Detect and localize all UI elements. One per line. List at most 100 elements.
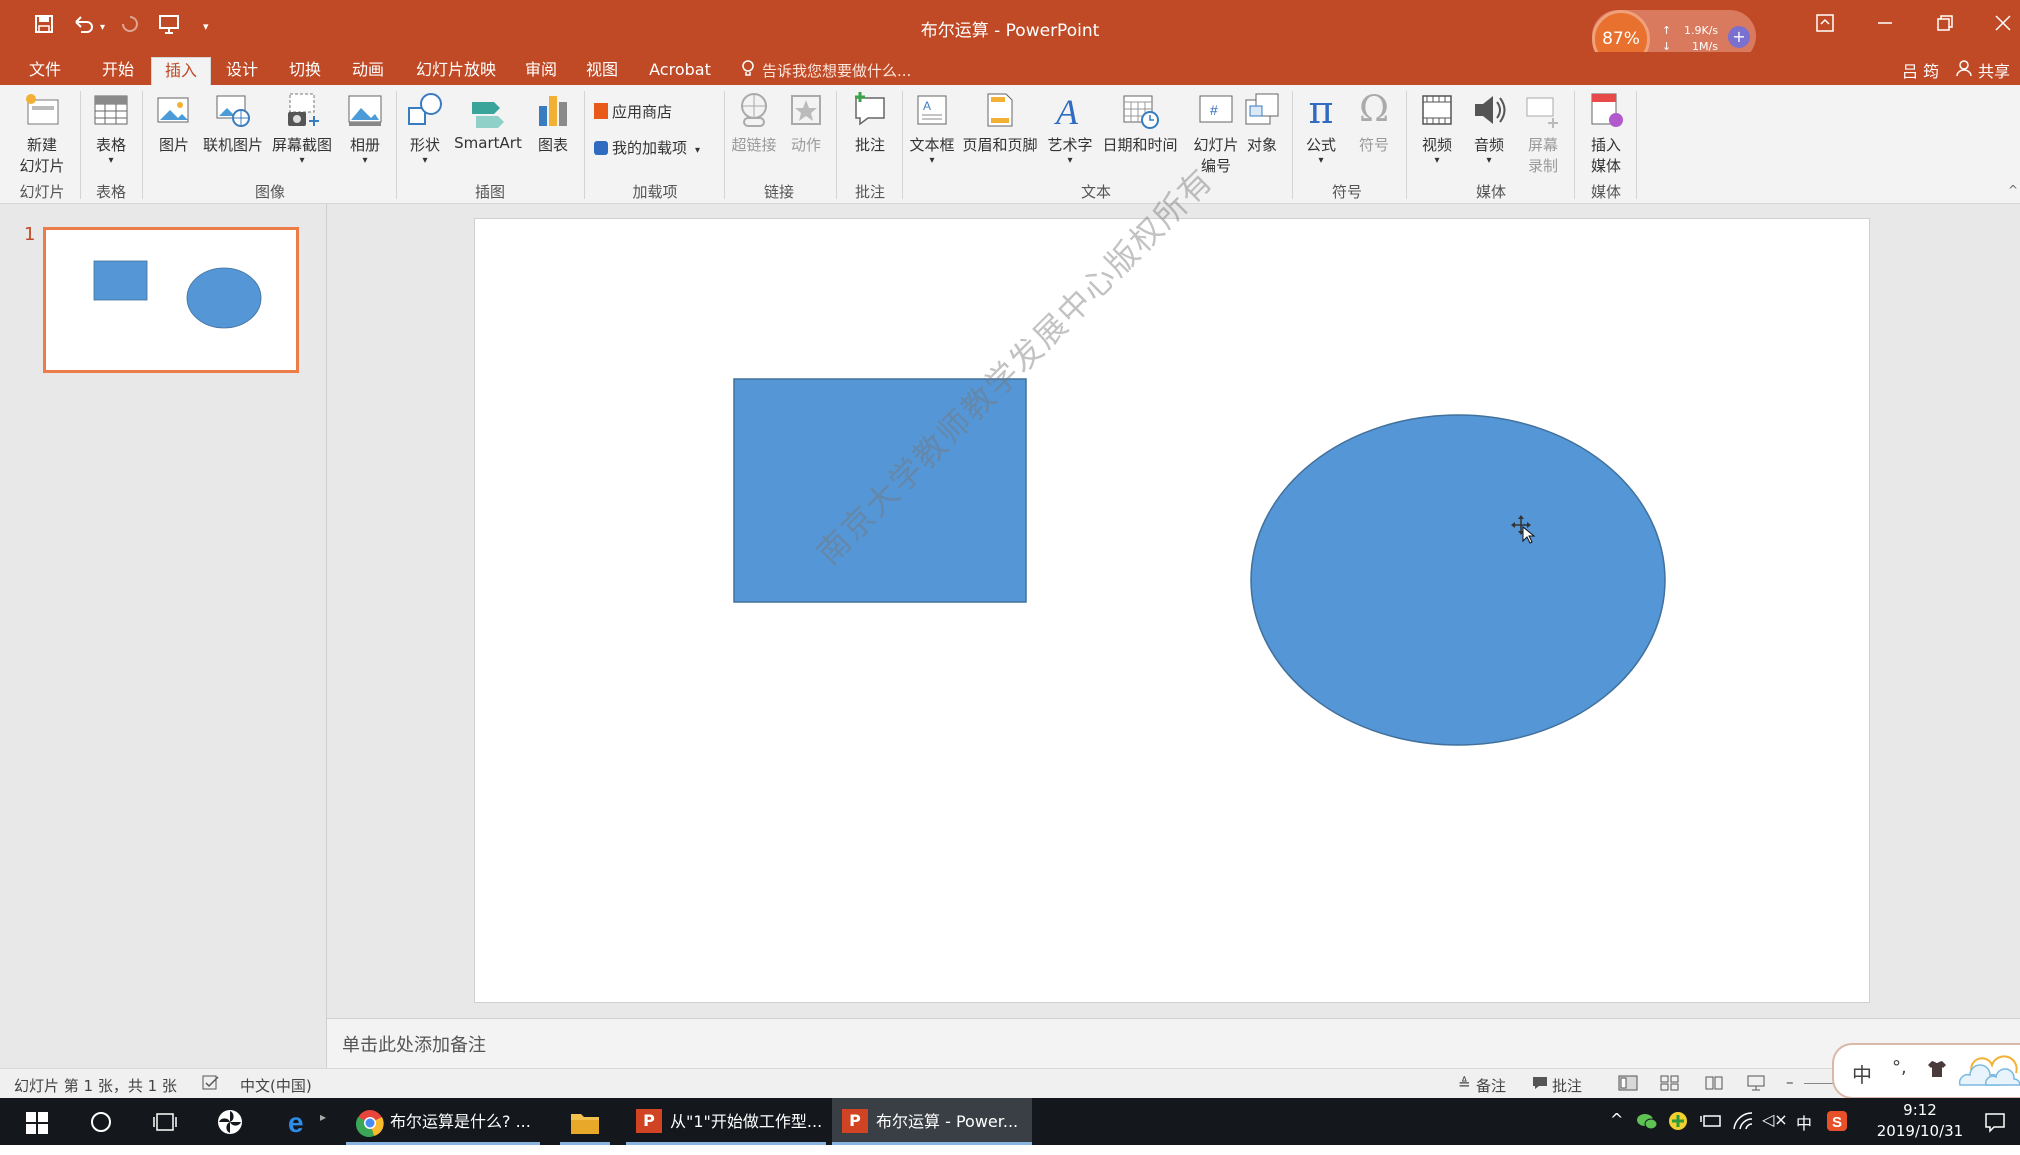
widget-plus-icon[interactable]: + [1728,26,1750,48]
tab-slideshow[interactable]: 幻灯片放映 [406,57,506,85]
ribbon-display-options-icon[interactable] [1816,14,1834,37]
shapes-button[interactable]: 形状 ▾ [402,90,448,166]
tab-design[interactable]: 设计 [210,57,274,85]
ie-jumplist-arrow-icon[interactable]: ▸ [320,1110,326,1124]
share-button[interactable]: 共享 [1978,58,2010,82]
symbol-button[interactable]: Ω 符号 [1350,90,1398,155]
clock-time[interactable]: 9:12 [1880,1101,1960,1119]
new-slide-icon [22,90,62,130]
sogou-ime-icon[interactable]: S [1826,1110,1848,1136]
task-view-icon[interactable] [152,1111,178,1137]
ime-toolbar[interactable]: 中 °, [1832,1043,2020,1099]
object-button[interactable]: 对象 [1238,90,1286,155]
tab-file[interactable]: 文件 [14,57,76,85]
zoom-out-icon[interactable]: – [1786,1073,1794,1091]
textbox-button[interactable]: A 文本框 ▾ [906,90,958,166]
battery-icon[interactable] [1700,1112,1722,1134]
ellipse-shape[interactable] [1250,414,1666,746]
header-footer-button[interactable]: 页眉和页脚 [960,90,1040,155]
volume-muted-icon[interactable]: ◁× [1762,1110,1788,1129]
audio-button[interactable]: 音频 ▾ [1466,90,1512,166]
my-addins-icon [594,141,608,155]
insert-media-button[interactable]: 插入 媒体 [1580,90,1632,176]
tab-review[interactable]: 审阅 [510,57,572,85]
windows-start-icon[interactable] [26,1112,48,1138]
reading-view-icon[interactable] [1704,1075,1724,1095]
tab-animations[interactable]: 动画 [336,57,400,85]
screenshot-button[interactable]: 屏幕截图 ▾ [268,90,336,166]
wechat-icon[interactable] [1636,1112,1658,1136]
my-addins-button[interactable]: 我的加载项 ▾ [594,137,700,158]
picture-button[interactable]: 图片 [150,90,198,155]
collapse-ribbon-icon[interactable]: ^ [2008,183,2018,197]
insert-media-label-1: 插入 [1590,136,1621,154]
search-icon[interactable] [90,1111,112,1137]
skin-icon[interactable] [1926,1059,1948,1083]
minimize-icon[interactable] [1876,14,1894,37]
store-button[interactable]: 应用商店 [594,101,672,122]
comments-button[interactable]: 批注 [1552,1075,1582,1096]
video-dropdown-icon: ▾ [1434,155,1440,166]
close-icon[interactable] [1994,14,2012,37]
table-button[interactable]: 表格 ▾ [86,90,136,166]
datetime-button[interactable]: 日期和时间 [1096,90,1184,155]
new-slide-button[interactable]: 新建 幻灯片 [10,90,74,176]
smartart-button[interactable]: SmartArt [452,90,524,152]
video-icon [1417,90,1457,130]
slideshow-view-icon[interactable] [1746,1075,1766,1095]
album-button[interactable]: 相册 ▾ [340,90,390,166]
show-hidden-icons-icon[interactable]: ^ [1610,1110,1623,1129]
normal-view-icon[interactable] [1618,1075,1638,1095]
equation-button[interactable]: π 公式 ▾ [1296,90,1346,166]
ie-browser-icon[interactable]: e [286,1107,314,1140]
wifi-icon[interactable] [1732,1111,1754,1135]
pinwheel-app-icon[interactable] [216,1108,244,1140]
hyperlink-label: 超链接 [731,136,777,154]
user-name[interactable]: 吕 筠 [1902,58,1939,82]
taskbar-ime-indicator[interactable]: 中 [1796,1110,1812,1134]
ribbon: 新建 幻灯片 幻灯片 表格 ▾ 表格 图片 联机图片 屏幕截图 ▾ 相册 ▾ 图… [0,85,2020,204]
notes-button[interactable]: 备注 [1476,1075,1506,1096]
zoom-slider[interactable] [1804,1083,1834,1084]
shapes-icon [405,90,445,130]
smartart-label: SmartArt [454,134,522,152]
video-label: 视频 [1421,136,1452,154]
notification-center-icon[interactable] [1984,1111,2006,1137]
group-separator [584,91,585,199]
tab-transitions[interactable]: 切换 [274,57,336,85]
slide-canvas[interactable]: 南京大学教师教学发展中心版权所有 [474,161,1870,1003]
notes-pane[interactable]: 单击此处添加备注 [327,1018,2020,1069]
video-button[interactable]: 视频 ▾ [1414,90,1460,166]
my-addins-label: 我的加载项 [612,139,688,157]
ime-punctuation[interactable]: °, [1892,1057,1907,1078]
action-button[interactable]: 动作 [782,90,830,155]
file-explorer-icon[interactable] [570,1108,600,1140]
tab-home[interactable]: 开始 [86,57,150,85]
comment-button[interactable]: 批注 [842,90,898,155]
taskbar-app-chrome[interactable]: 布尔运算是什么? ... [346,1098,540,1145]
taskbar-app-ppt-1[interactable]: P 从"1"开始做工作型... [626,1098,826,1145]
taskbar-app-ppt-2[interactable]: P 布尔运算 - Power... [832,1098,1032,1145]
tab-insert[interactable]: 插入 [151,57,211,86]
tell-me-search[interactable]: 告诉我您想要做什么... [762,60,911,81]
chart-icon [533,90,573,130]
ime-mode[interactable]: 中 [1852,1059,1872,1088]
wordart-button[interactable]: A 艺术字 ▾ [1044,90,1096,166]
language-indicator[interactable]: 中文(中国) [240,1075,312,1096]
slide-sorter-icon[interactable] [1660,1075,1680,1095]
spellcheck-icon[interactable] [202,1075,220,1095]
tab-acrobat[interactable]: Acrobat [640,57,720,85]
restore-icon[interactable] [1936,14,1954,37]
hyperlink-button[interactable]: 超链接 [728,90,780,155]
insert-media-icon [1586,90,1626,130]
online-picture-button[interactable]: 联机图片 [200,90,266,155]
clock-date[interactable]: 2019/10/31 [1868,1122,1972,1140]
group-label-media-2: 媒体 [1590,183,1621,201]
slide-info: 幻灯片 第 1 张，共 1 张 [14,1077,177,1095]
slide-thumbnail[interactable] [43,227,299,373]
chart-button[interactable]: 图表 [528,90,578,155]
screen-recording-button[interactable]: 屏幕 录制 [1518,90,1568,176]
tab-view[interactable]: 视图 [572,57,632,85]
group-separator [1292,91,1293,199]
security-app-icon[interactable] [1668,1111,1688,1135]
